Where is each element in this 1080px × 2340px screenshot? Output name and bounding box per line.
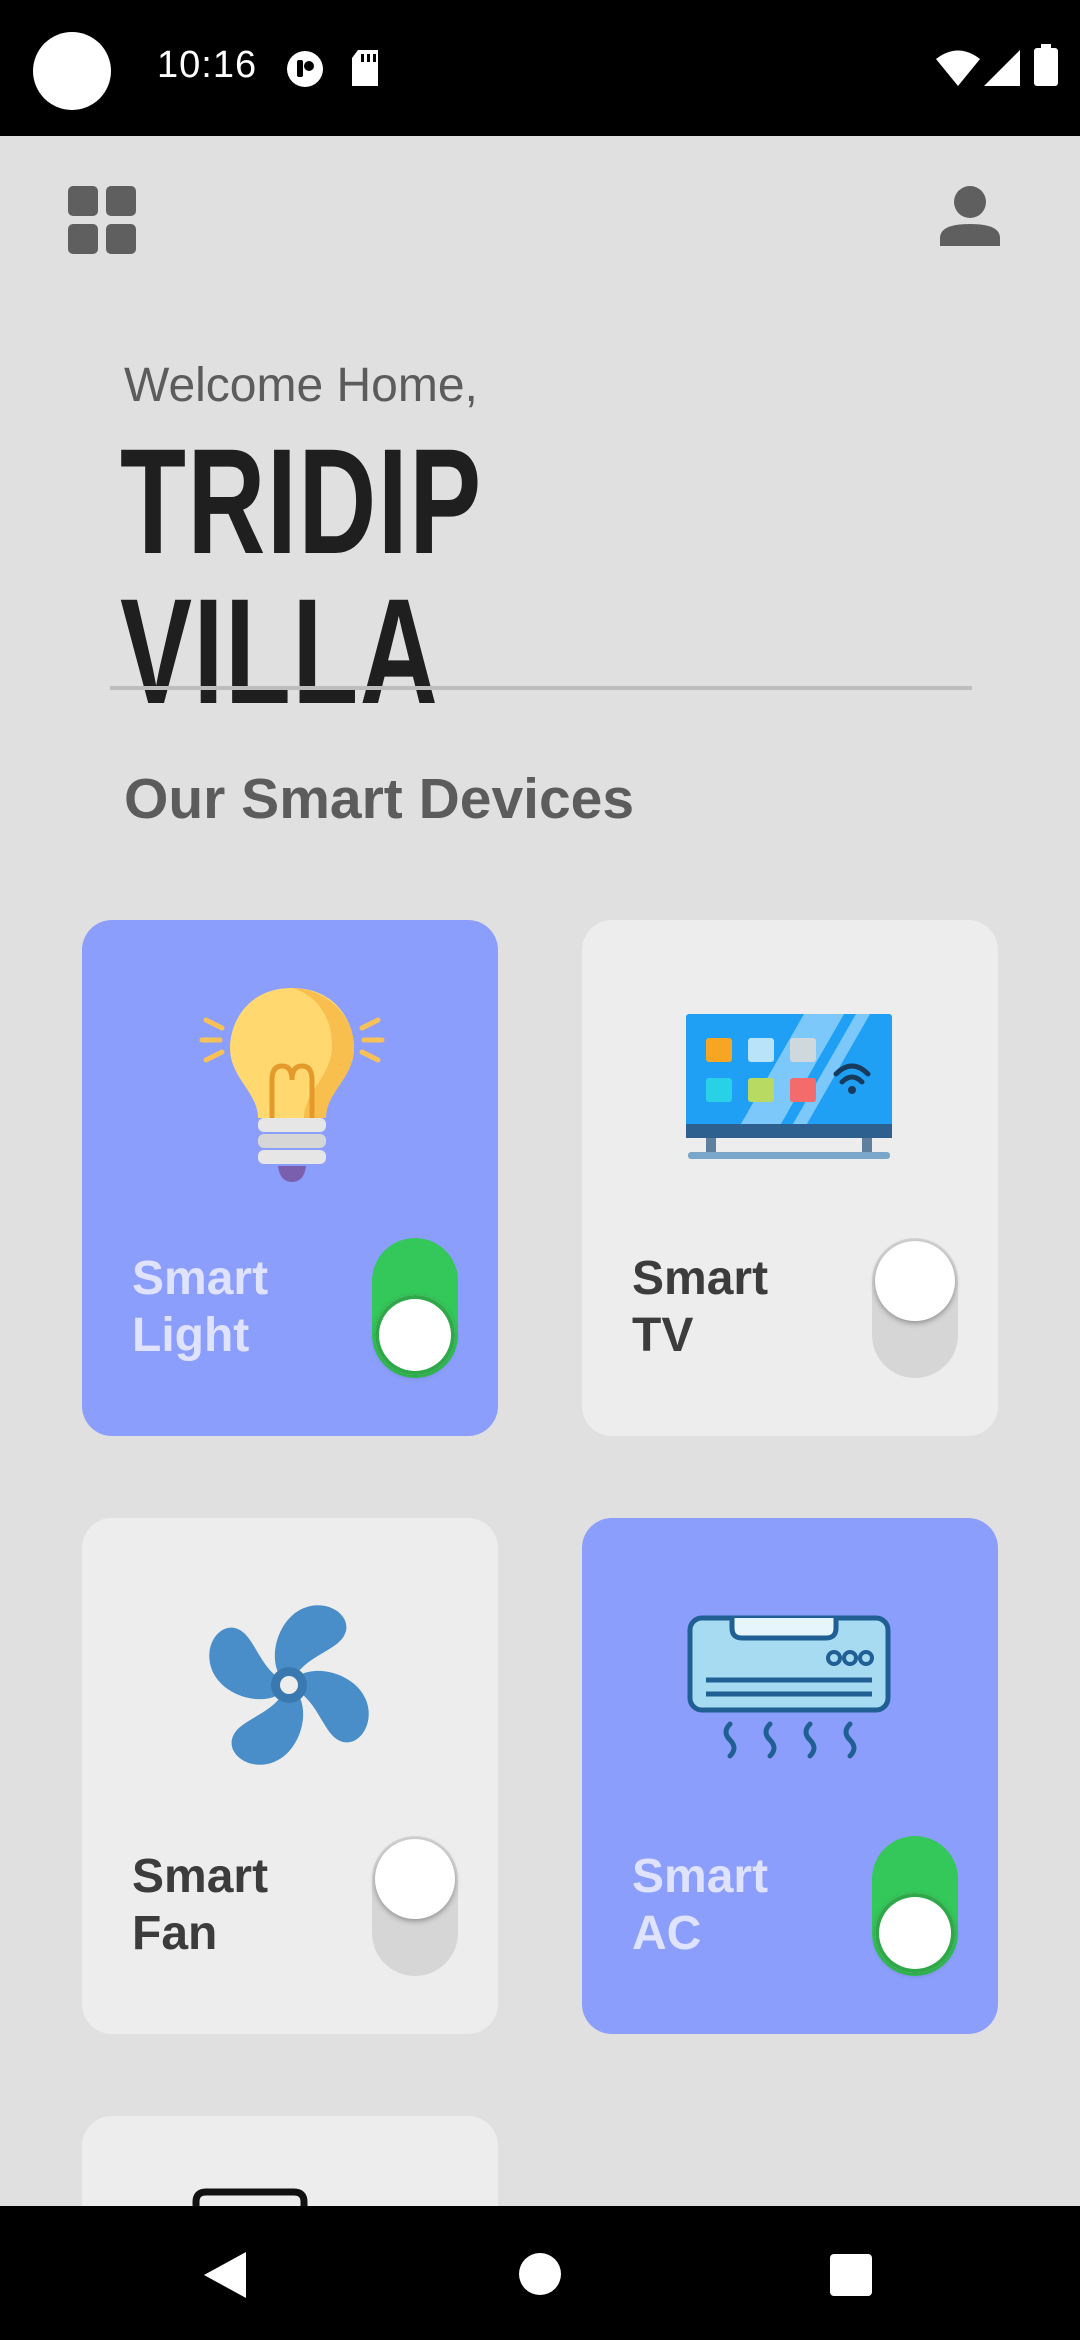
device-card-smart-tv[interactable]: Smart TV bbox=[582, 920, 998, 1436]
camera-cutout bbox=[33, 32, 111, 110]
air-conditioner-icon bbox=[687, 1615, 891, 1759]
device-card-smart-ac[interactable]: Smart AC bbox=[582, 1518, 998, 2034]
power-toggle[interactable] bbox=[872, 1238, 958, 1378]
device-label-line1: Smart bbox=[132, 1252, 269, 1305]
toggle-knob bbox=[375, 1839, 455, 1919]
home-name-title: TRIDIP VILLA bbox=[120, 417, 481, 735]
device-label: Smart AC bbox=[632, 1848, 852, 1962]
device-label-line1: Smart bbox=[132, 1850, 269, 1903]
device-label-line1: Smart bbox=[632, 1252, 769, 1305]
notification-app-icon bbox=[287, 51, 323, 87]
toggle-knob bbox=[875, 1241, 955, 1321]
device-card-smart-light[interactable]: Smart Light bbox=[82, 920, 498, 1436]
power-toggle[interactable] bbox=[372, 1836, 458, 1976]
wifi-icon bbox=[936, 50, 980, 86]
back-triangle-icon[interactable] bbox=[204, 2252, 246, 2298]
fan-icon bbox=[209, 1605, 369, 1765]
power-toggle[interactable] bbox=[372, 1238, 458, 1378]
battery-icon bbox=[1034, 44, 1058, 86]
home-screen: Welcome Home, TRIDIP VILLA Our Smart Dev… bbox=[0, 136, 1080, 2206]
recents-square-icon[interactable] bbox=[830, 2254, 872, 2296]
divider bbox=[110, 686, 972, 690]
device-label: Smart Fan bbox=[132, 1848, 352, 1962]
light-bulb-icon bbox=[199, 988, 385, 1182]
section-title: Our Smart Devices bbox=[124, 767, 635, 831]
device-card-partial[interactable] bbox=[82, 2116, 498, 2206]
sd-card-icon bbox=[352, 50, 378, 86]
phone-screen: 10:16 Welcome Home, TRIDIP VILLA Our Sma… bbox=[0, 0, 1080, 2340]
device-label: Smart Light bbox=[132, 1250, 352, 1364]
device-label: Smart TV bbox=[632, 1250, 852, 1364]
welcome-text: Welcome Home, bbox=[124, 359, 478, 412]
device-label-line2: Fan bbox=[132, 1907, 218, 1960]
navigation-bar bbox=[0, 2206, 1080, 2340]
device-label-line2: Light bbox=[132, 1309, 250, 1362]
tv-icon bbox=[686, 1014, 892, 1159]
device-icon-partial bbox=[192, 2188, 308, 2206]
toggle-knob bbox=[375, 1295, 455, 1375]
person-icon[interactable] bbox=[940, 186, 1000, 246]
cellular-signal-icon bbox=[984, 50, 1020, 86]
status-bar: 10:16 bbox=[0, 0, 1080, 136]
device-label-line2: TV bbox=[632, 1309, 694, 1362]
power-toggle[interactable] bbox=[872, 1836, 958, 1976]
home-circle-icon[interactable] bbox=[518, 2252, 562, 2296]
device-label-line1: Smart bbox=[632, 1850, 769, 1903]
toggle-knob bbox=[875, 1893, 955, 1973]
device-label-line2: AC bbox=[632, 1907, 702, 1960]
device-card-smart-fan[interactable]: Smart Fan bbox=[82, 1518, 498, 2034]
grid-icon[interactable] bbox=[68, 186, 136, 254]
status-time: 10:16 bbox=[157, 44, 258, 86]
